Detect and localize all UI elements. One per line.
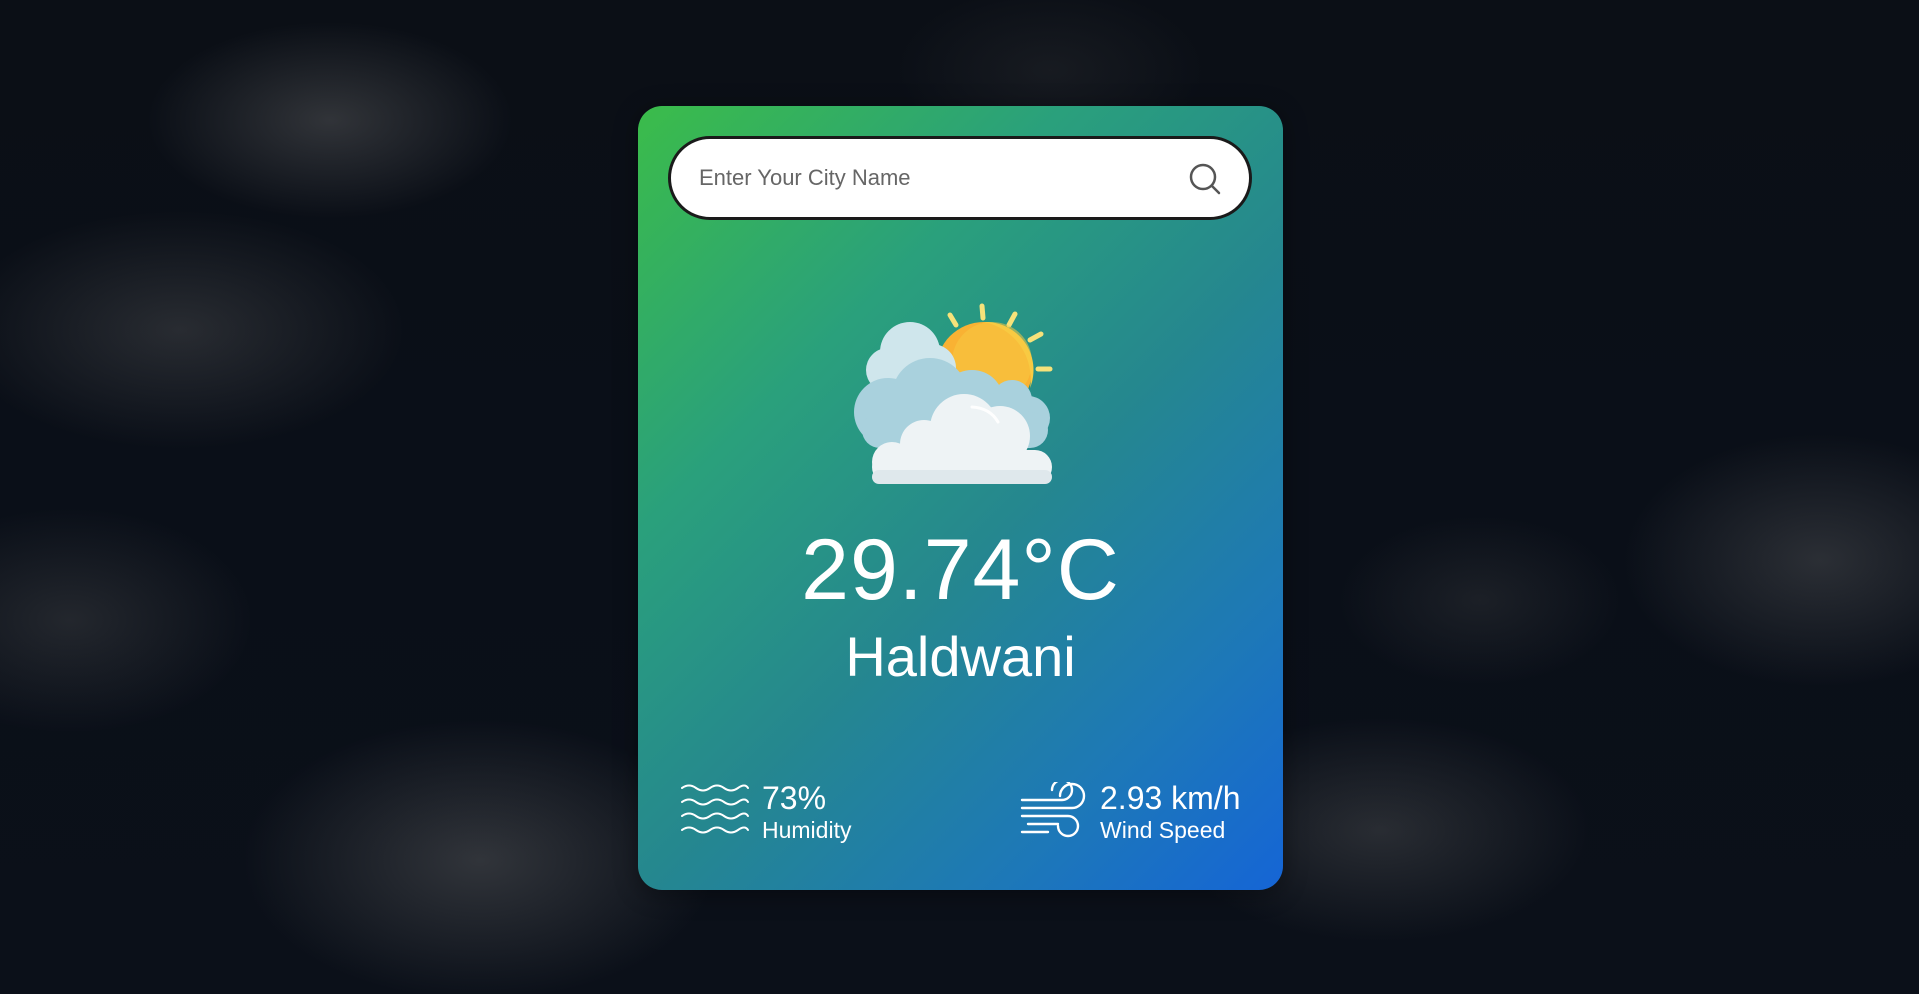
partly-cloudy-sun-icon bbox=[854, 303, 1053, 484]
wind-stat: 2.93 km/h Wind Speed bbox=[1018, 780, 1241, 844]
search-icon bbox=[1189, 163, 1221, 195]
humidity-value: 73% bbox=[762, 780, 827, 816]
humidity-stat: 73% Humidity bbox=[680, 780, 851, 844]
city-search-input[interactable] bbox=[699, 148, 1179, 208]
city-name: Haldwani bbox=[845, 625, 1076, 688]
wind-icon bbox=[1020, 782, 1086, 838]
temperature: 29.74°C bbox=[801, 522, 1120, 618]
humidity-waves-icon bbox=[681, 784, 749, 834]
wind-speed-label: Wind Speed bbox=[1100, 817, 1226, 843]
search-bar bbox=[668, 136, 1252, 220]
wind-speed-value: 2.93 km/h bbox=[1100, 780, 1241, 816]
search-button[interactable] bbox=[1187, 161, 1223, 197]
weather-card: 29.74°C Haldwani 73% Humidity bbox=[638, 106, 1283, 890]
humidity-label: Humidity bbox=[762, 817, 852, 843]
